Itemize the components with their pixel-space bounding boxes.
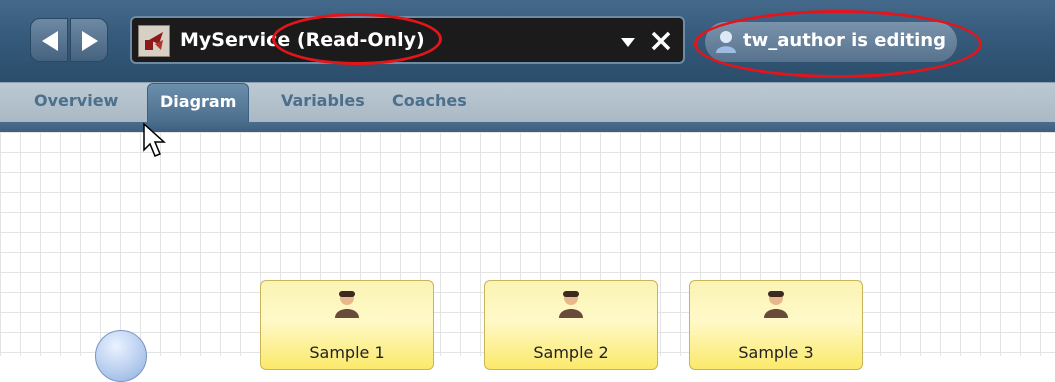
user-task-icon [335,291,359,318]
task-label: Sample 3 [738,343,814,362]
task-sample-2[interactable]: Sample 2 [484,280,658,370]
navigation-buttons [30,18,108,62]
tab-overview[interactable]: Overview [34,91,118,110]
task-sample-1[interactable]: Sample 1 [260,280,434,370]
right-arrow-icon [82,31,98,51]
left-arrow-icon [42,31,58,51]
user-task-icon [559,291,583,318]
tab-variables[interactable]: Variables [281,91,365,110]
forward-button[interactable] [70,18,108,62]
mouse-cursor-icon [143,122,166,157]
user-task-icon [764,291,788,318]
title-toolbar: MyService (Read-Only) tw_author is editi… [0,0,1055,82]
task-sample-3[interactable]: Sample 3 [689,280,863,370]
editor-tabs: Overview Diagram Variables Coaches [0,82,1055,123]
tab-coaches[interactable]: Coaches [392,91,467,110]
task-label: Sample 2 [533,343,609,362]
editing-highlight-circle [694,10,982,78]
close-icon[interactable] [650,30,672,52]
start-event[interactable] [95,330,147,382]
task-label: Sample 1 [309,343,385,362]
back-button[interactable] [30,18,68,62]
tab-diagram[interactable]: Diagram [147,83,250,123]
readonly-highlight-circle [272,13,442,65]
service-icon [138,25,170,57]
caret-down-icon[interactable] [620,36,636,48]
